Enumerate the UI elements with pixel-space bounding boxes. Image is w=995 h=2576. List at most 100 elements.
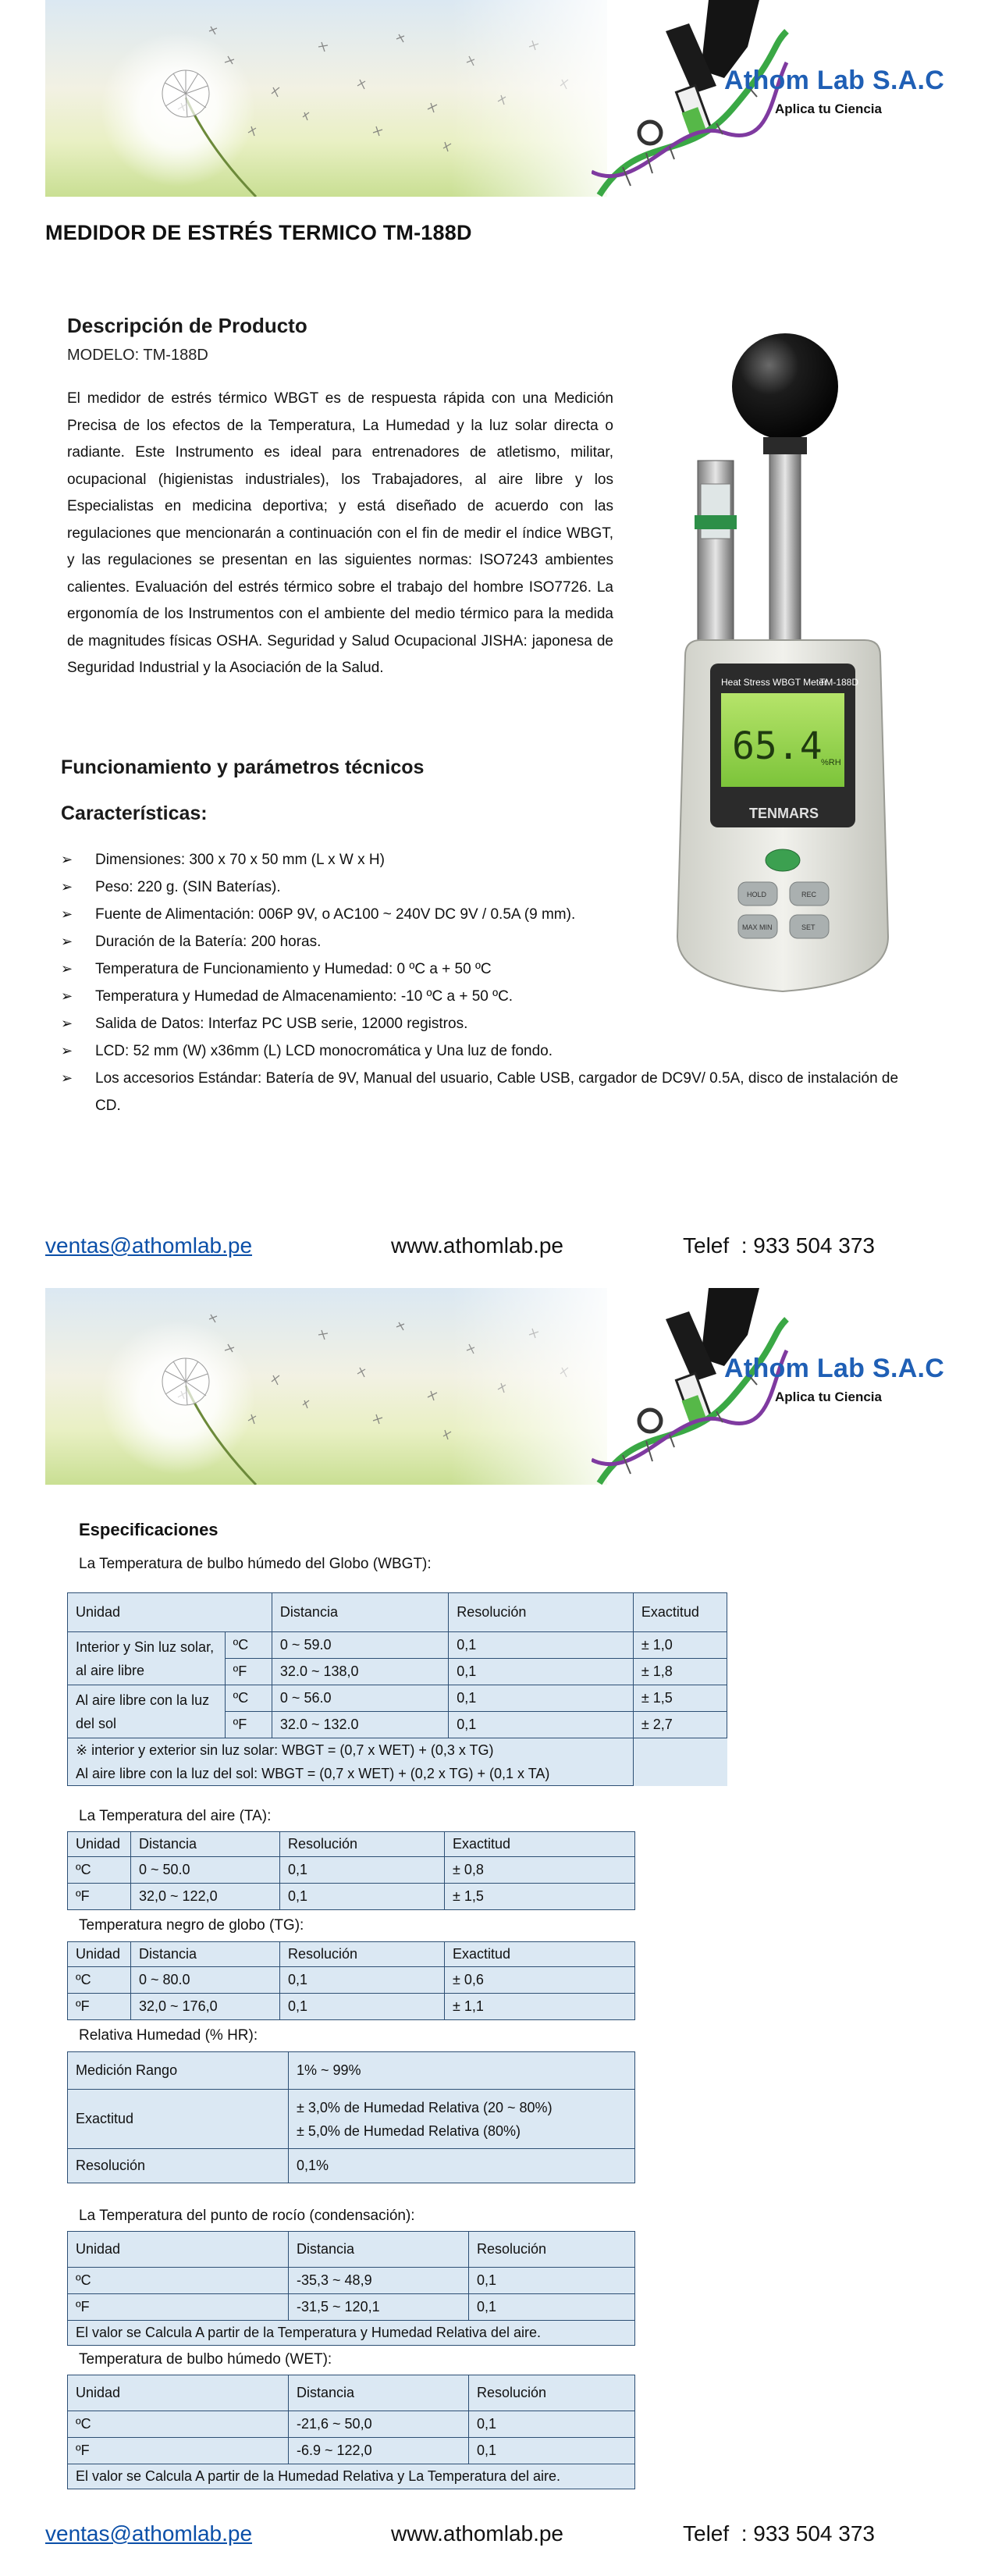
email-link[interactable]: ventas@athomlab.pe: [45, 2521, 252, 2546]
table-cell: 0,1: [279, 1993, 445, 2020]
table-header: Distancia: [288, 2375, 469, 2411]
table-cell: ºC: [224, 1631, 272, 1659]
table-row: ºC -35,3 ~ 48,9 0,1: [67, 2267, 635, 2294]
brand-tagline: Aplica tu Ciencia: [775, 1389, 882, 1404]
table-cell: ± 1,5: [444, 1883, 635, 1910]
list-item: ➢ Los accesorios Estándar: Batería de 9V,…: [48, 1065, 922, 1119]
table-cell: 1% ~ 99%: [288, 2051, 635, 2090]
ta-table: Unidad Distancia Resolución Exactitud ºC…: [67, 1831, 635, 1910]
functioning-heading: Funcionamiento y parámetros técnicos: [61, 756, 425, 778]
meter-key-rec: REC: [801, 891, 817, 898]
brand-tagline: Aplica tu Ciencia: [775, 101, 882, 116]
meter-brand: TENMARS: [749, 806, 819, 821]
dandelion-image: [162, 69, 258, 197]
table-header: Unidad: [67, 1592, 272, 1632]
meter-key-hold: HOLD: [747, 891, 767, 898]
table-cell: 0,1: [279, 1883, 445, 1910]
table-cell: Resolución: [67, 2148, 289, 2183]
table-cell: 0 ~ 80.0: [130, 1966, 280, 1994]
table-row: Resolución 0,1%: [67, 2148, 635, 2183]
table-row: ºF 32,0 ~ 122,0 0,1 ± 1,5: [67, 1883, 635, 1910]
table-note: El valor se Calcula A partir de la Humed…: [67, 2464, 635, 2489]
table-cell: 0,1: [448, 1631, 634, 1659]
table-cell: ± 1,1: [444, 1993, 635, 2020]
meter-label-text: Heat Stress WBGT Meter: [721, 677, 827, 688]
table-cell: -35,3 ~ 48,9: [288, 2267, 469, 2294]
table-cell: 32,0 ~ 176,0: [130, 1993, 280, 2020]
table-header: Resolución: [468, 2375, 635, 2411]
wet-table: Unidad Distancia Resolución ºC -21,6 ~ 5…: [67, 2375, 635, 2489]
lab-hand-dna-logo: [592, 1288, 789, 1485]
table-row: ºF -31,5 ~ 120,1 0,1: [67, 2293, 635, 2321]
table-header: Exactitud: [444, 1941, 635, 1967]
website-text: www.athomlab.pe: [391, 2521, 564, 2546]
table-row: Al aire libre con la luz del sol ºC 0 ~ …: [67, 1685, 728, 1738]
brand-name: Athom Lab S.A.C: [724, 66, 945, 95]
tg-table: Unidad Distancia Resolución Exactitud ºC…: [67, 1941, 635, 2020]
table-cell: 0,1: [468, 2267, 635, 2294]
table-row: El valor se Calcula A partir de la Tempe…: [67, 2320, 635, 2346]
table-cell: Al aire libre con la luz del sol: [67, 1685, 226, 1738]
arrow-bullet-icon: ➢: [61, 852, 73, 867]
table-cell: 0 ~ 50.0: [130, 1856, 280, 1884]
wbgt-meter-image: Heat Stress WBGT Meter TM-188D 65.4 %RH …: [676, 333, 890, 993]
table-row: ºF -6.9 ~ 122,0 0,1: [67, 2437, 635, 2464]
table-row: Exactitud ± 3,0% de Humedad Relativa (20…: [67, 2089, 635, 2149]
table-cell: ºC: [67, 2411, 289, 2438]
table-cell: 0,1: [468, 2411, 635, 2438]
table-cell: 0,1: [468, 2293, 635, 2321]
table-cell: 0 ~ 56.0: [271, 1685, 450, 1712]
page-title: MEDIDOR DE ESTRÉS TERMICO TM-188D: [45, 221, 472, 244]
table-cell: ± 1,8: [632, 1658, 728, 1685]
meter-unit: %RH: [821, 758, 841, 767]
table-cell: 0,1: [279, 1856, 445, 1884]
arrow-bullet-icon: ➢: [61, 879, 73, 895]
phone-text: Telef : 933 504 373: [683, 2521, 875, 2546]
table-cell: 0,1%: [288, 2148, 635, 2183]
header-banner: Athom Lab S.A.C Aplica tu Ciencia: [45, 1288, 966, 1485]
table-row: ºC 0 ~ 50.0 0,1 ± 0,8: [67, 1856, 635, 1884]
formula-note: ※ interior y exterior sin luz solar: WBG…: [67, 1738, 634, 1786]
table-cell: -6.9 ~ 122,0: [288, 2437, 469, 2464]
table-cell: Exactitud: [67, 2089, 289, 2149]
table-cell: -31,5 ~ 120,1: [288, 2293, 469, 2321]
table-header: Resolución: [279, 1831, 445, 1857]
table-header: Resolución: [279, 1941, 445, 1967]
table-header: Resolución: [448, 1592, 634, 1632]
table-note: El valor se Calcula A partir de la Tempe…: [67, 2320, 635, 2346]
table-cell: ± 3,0% de Humedad Relativa (20 ~ 80%) ± …: [288, 2089, 635, 2149]
list-item: ➢ LCD: 52 mm (W) x36mm (L) LCD monocromát…: [48, 1037, 969, 1065]
arrow-bullet-icon: ➢: [61, 1016, 73, 1031]
meter-key-maxmin: MAX MIN: [742, 923, 773, 931]
table-cell: 32.0 ~ 132.0: [271, 1711, 450, 1738]
table-cell: ºF: [67, 2437, 289, 2464]
table-cell: ºC: [67, 2267, 289, 2294]
table-row: ※ interior y exterior sin luz solar: WBG…: [67, 1738, 727, 1786]
meter-reading: 65.4: [732, 724, 823, 768]
arrow-bullet-icon: ➢: [61, 1043, 73, 1059]
page-footer: ventas@athomlab.pe www.athomlab.pe Telef…: [45, 1233, 966, 1265]
phone-text: Telef : 933 504 373: [683, 1233, 875, 1258]
table-cell: 0,1: [468, 2437, 635, 2464]
email-link[interactable]: ventas@athomlab.pe: [45, 1233, 252, 1258]
table-row: ºF 32,0 ~ 176,0 0,1 ± 1,1: [67, 1993, 635, 2020]
arrow-bullet-icon: ➢: [61, 906, 73, 922]
table-cell: 0,1: [448, 1711, 634, 1738]
table-row: ºC -21,6 ~ 50,0 0,1: [67, 2411, 635, 2438]
wbgt-table: Unidad Distancia Resolución Exactitud In…: [67, 1592, 728, 1786]
table-cell: ºF: [67, 2293, 289, 2321]
meter-model-text: TM-188D: [819, 677, 858, 688]
table-cell: Medición Rango: [67, 2051, 289, 2090]
table-cell: ºF: [67, 1993, 131, 2020]
wet-caption: Temperatura de bulbo húmedo (WET):: [79, 2351, 332, 2368]
table-cell: ± 1,5: [632, 1685, 728, 1712]
model-label: MODELO: TM-188D: [67, 347, 208, 364]
website-text: www.athomlab.pe: [391, 1233, 564, 1258]
dandelion-image: [162, 1357, 258, 1485]
arrow-bullet-icon: ➢: [61, 1070, 73, 1086]
table-header: Distancia: [288, 2231, 469, 2268]
specs-heading: Especificaciones: [79, 1520, 219, 1539]
ta-caption: La Temperatura del aire (TA):: [79, 1808, 272, 1824]
dew-caption: La Temperatura del punto de rocío (conde…: [79, 2208, 415, 2224]
table-header: Unidad: [67, 2375, 289, 2411]
